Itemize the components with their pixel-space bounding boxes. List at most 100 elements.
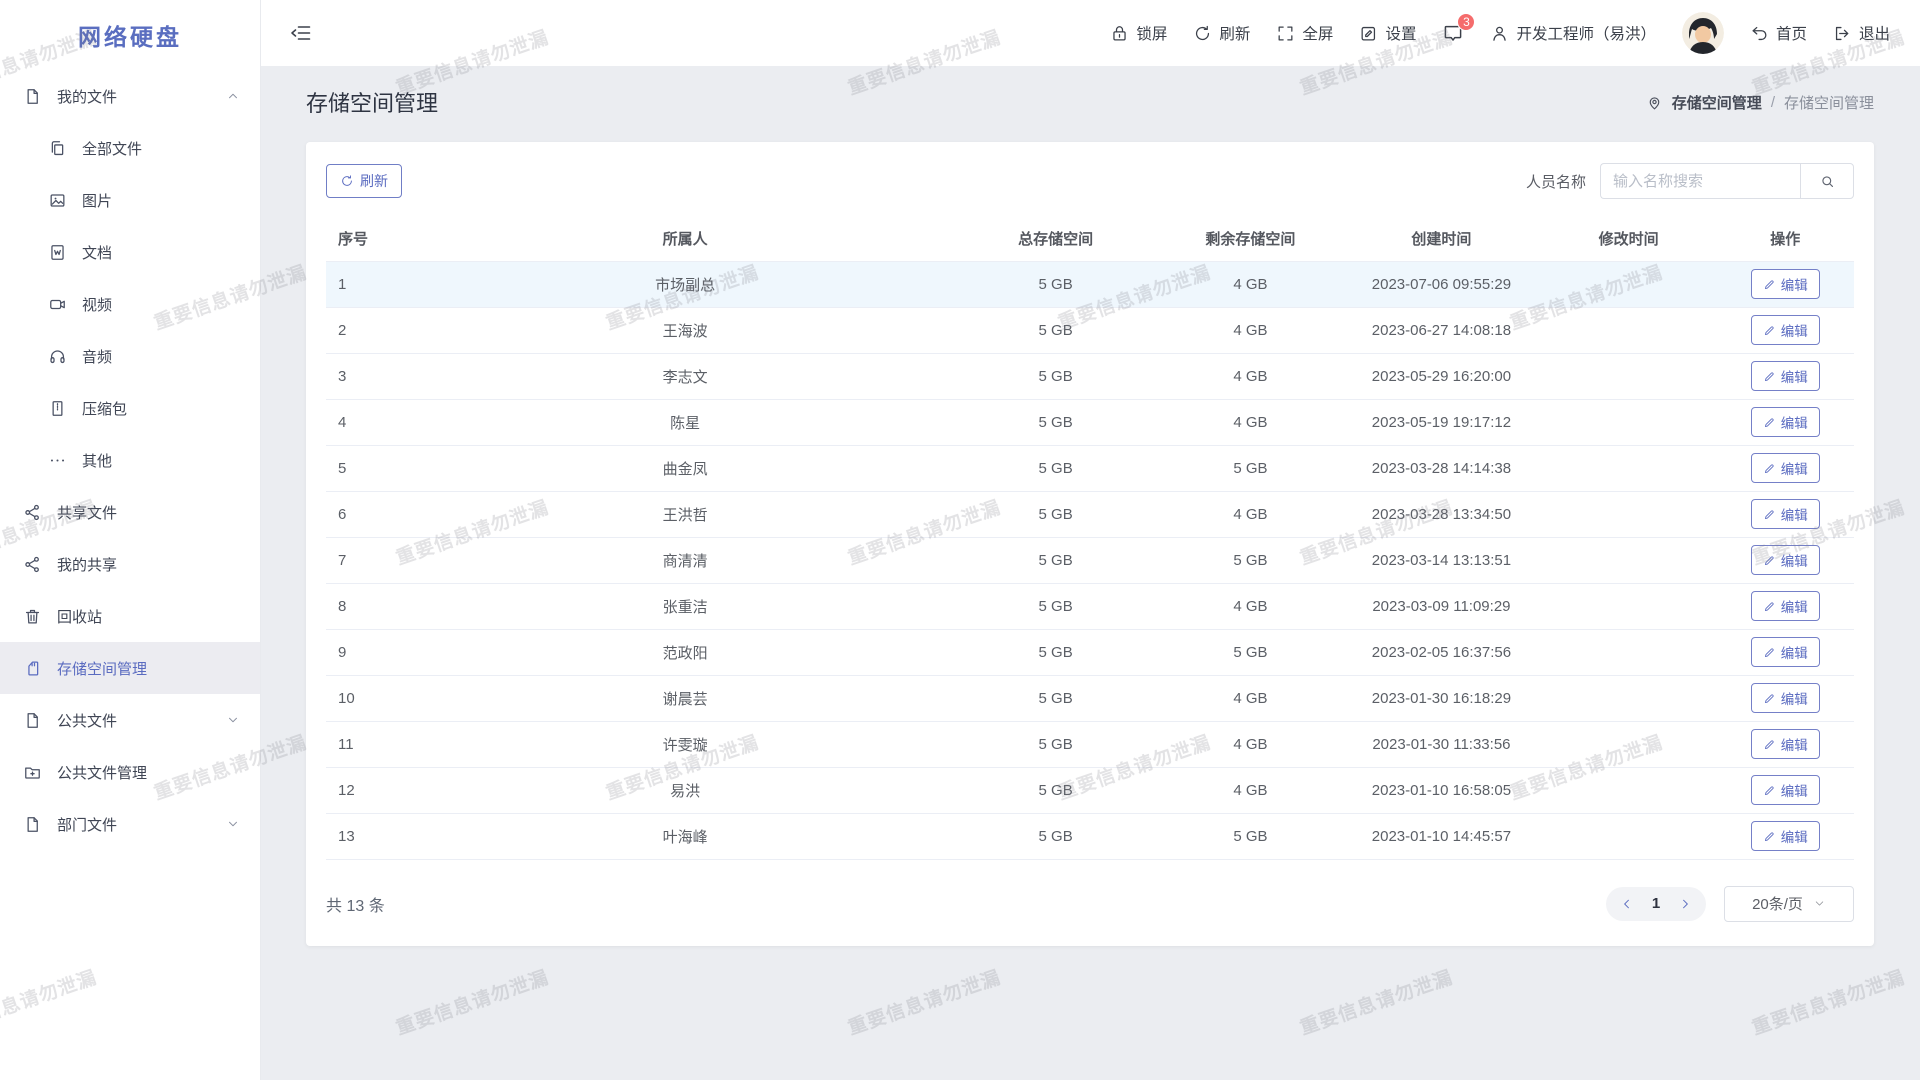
cell-owner: 张重洁 — [418, 583, 953, 629]
avatar[interactable] — [1682, 12, 1724, 54]
edit-pencil-icon — [1763, 370, 1776, 383]
cell-free: 4 GB — [1159, 767, 1342, 813]
search-input[interactable] — [1600, 163, 1800, 199]
lock-screen-button[interactable]: 锁屏 — [1110, 22, 1167, 44]
edit-label: 编辑 — [1781, 412, 1808, 432]
edit-button[interactable]: 编辑 — [1751, 361, 1820, 391]
cell-modified — [1541, 537, 1717, 583]
sidebar-item-all-files[interactable]: 全部文件 — [0, 122, 260, 174]
sidebar-item-label: 我的共享 — [57, 554, 240, 575]
logout-button[interactable]: 退出 — [1833, 22, 1890, 44]
undo-icon — [1750, 24, 1769, 43]
current-page[interactable]: 1 — [1642, 895, 1670, 912]
document-icon — [23, 815, 42, 834]
settings-label: 设置 — [1385, 22, 1416, 44]
sidebar-item-department-files[interactable]: 部门文件 — [0, 798, 260, 850]
cell-total: 5 GB — [952, 537, 1158, 583]
table-row: 7商清清5 GB5 GB2023-03-14 13:13:51编辑 — [326, 537, 1854, 583]
user-menu[interactable]: 开发工程师（易洪） — [1490, 22, 1656, 44]
cell-actions: 编辑 — [1716, 721, 1854, 767]
cell-owner: 商清清 — [418, 537, 953, 583]
breadcrumb-item[interactable]: 存储空间管理 — [1672, 92, 1762, 113]
sidebar-item-images[interactable]: 图片 — [0, 174, 260, 226]
edit-button[interactable]: 编辑 — [1751, 407, 1820, 437]
edit-button[interactable]: 编辑 — [1751, 545, 1820, 575]
table-row: 2王海波5 GB4 GB2023-06-27 14:08:18编辑 — [326, 307, 1854, 353]
cell-free: 4 GB — [1159, 261, 1342, 307]
edit-button[interactable]: 编辑 — [1751, 821, 1820, 851]
edit-button[interactable]: 编辑 — [1751, 499, 1820, 529]
sidebar-item-my-shares[interactable]: 我的共享 — [0, 538, 260, 590]
fullscreen-icon — [1276, 24, 1295, 43]
cell-total: 5 GB — [952, 675, 1158, 721]
edit-pencil-icon — [1763, 738, 1776, 751]
cell-owner: 许雯璇 — [418, 721, 953, 767]
cell-owner: 曲金凤 — [418, 445, 953, 491]
edit-button[interactable]: 编辑 — [1751, 637, 1820, 667]
fullscreen-button[interactable]: 全屏 — [1276, 22, 1333, 44]
cell-index: 10 — [326, 675, 418, 721]
cell-actions: 编辑 — [1716, 399, 1854, 445]
column-header: 总存储空间 — [952, 216, 1158, 261]
trash-icon — [23, 607, 42, 626]
page-size-select[interactable]: 20条/页 — [1724, 886, 1854, 922]
home-button[interactable]: 首页 — [1750, 22, 1807, 44]
edit-button[interactable]: 编辑 — [1751, 775, 1820, 805]
cell-modified — [1541, 491, 1717, 537]
sidebar-item-recycle-bin[interactable]: 回收站 — [0, 590, 260, 642]
sidebar-item-label: 全部文件 — [82, 138, 240, 159]
table-row: 10谢晨芸5 GB4 GB2023-01-30 16:18:29编辑 — [326, 675, 1854, 721]
cell-free: 4 GB — [1159, 675, 1342, 721]
edit-pencil-icon — [1763, 324, 1776, 337]
refresh-label: 刷新 — [360, 171, 388, 191]
edit-square-icon — [1359, 24, 1378, 43]
settings-button[interactable]: 设置 — [1359, 22, 1416, 44]
edit-pencil-icon — [1763, 462, 1776, 475]
notifications-button[interactable]: 3 — [1442, 22, 1464, 44]
cell-total: 5 GB — [952, 491, 1158, 537]
prev-page-button[interactable] — [1612, 889, 1642, 919]
breadcrumb: 存储空间管理 / 存储空间管理 — [1646, 92, 1874, 113]
sidebar-item-public-files[interactable]: 公共文件 — [0, 694, 260, 746]
search-button[interactable] — [1800, 163, 1854, 199]
cell-modified — [1541, 307, 1717, 353]
image-icon — [48, 191, 67, 210]
table-row: 13叶海峰5 GB5 GB2023-01-10 14:45:57编辑 — [326, 813, 1854, 859]
refresh-button[interactable]: 刷新 — [1193, 22, 1250, 44]
sidebar-item-archives[interactable]: 压缩包 — [0, 382, 260, 434]
sidebar-collapse-icon[interactable] — [289, 21, 313, 45]
cell-free: 4 GB — [1159, 721, 1342, 767]
cell-modified — [1541, 767, 1717, 813]
edit-button[interactable]: 编辑 — [1751, 591, 1820, 621]
cell-index: 2 — [326, 307, 418, 353]
share-icon — [23, 555, 42, 574]
edit-pencil-icon — [1763, 508, 1776, 521]
edit-pencil-icon — [1763, 646, 1776, 659]
edit-button[interactable]: 编辑 — [1751, 315, 1820, 345]
cell-index: 13 — [326, 813, 418, 859]
sidebar-item-public-files-admin[interactable]: 公共文件管理 — [0, 746, 260, 798]
sidebar-item-docs[interactable]: 文档 — [0, 226, 260, 278]
edit-label: 编辑 — [1781, 320, 1808, 340]
sidebar-item-shared-files[interactable]: 共享文件 — [0, 486, 260, 538]
refresh-button[interactable]: 刷新 — [326, 164, 402, 198]
edit-button[interactable]: 编辑 — [1751, 683, 1820, 713]
edit-button[interactable]: 编辑 — [1751, 269, 1820, 299]
edit-label: 编辑 — [1781, 504, 1808, 524]
sidebar-item-my-files[interactable]: 我的文件 — [0, 70, 260, 122]
chevron-left-icon — [1620, 897, 1634, 911]
cell-actions: 编辑 — [1716, 583, 1854, 629]
sidebar-item-audio[interactable]: 音频 — [0, 330, 260, 382]
edit-button[interactable]: 编辑 — [1751, 729, 1820, 759]
cell-created: 2023-06-27 14:08:18 — [1342, 307, 1541, 353]
sidebar-item-videos[interactable]: 视频 — [0, 278, 260, 330]
sidebar-item-label: 其他 — [82, 450, 240, 471]
edit-label: 编辑 — [1781, 458, 1808, 478]
edit-button[interactable]: 编辑 — [1751, 453, 1820, 483]
cell-total: 5 GB — [952, 353, 1158, 399]
cell-index: 3 — [326, 353, 418, 399]
next-page-button[interactable] — [1670, 889, 1700, 919]
sidebar-item-others[interactable]: 其他 — [0, 434, 260, 486]
cell-owner: 易洪 — [418, 767, 953, 813]
sidebar-item-storage-management[interactable]: 存储空间管理 — [0, 642, 260, 694]
